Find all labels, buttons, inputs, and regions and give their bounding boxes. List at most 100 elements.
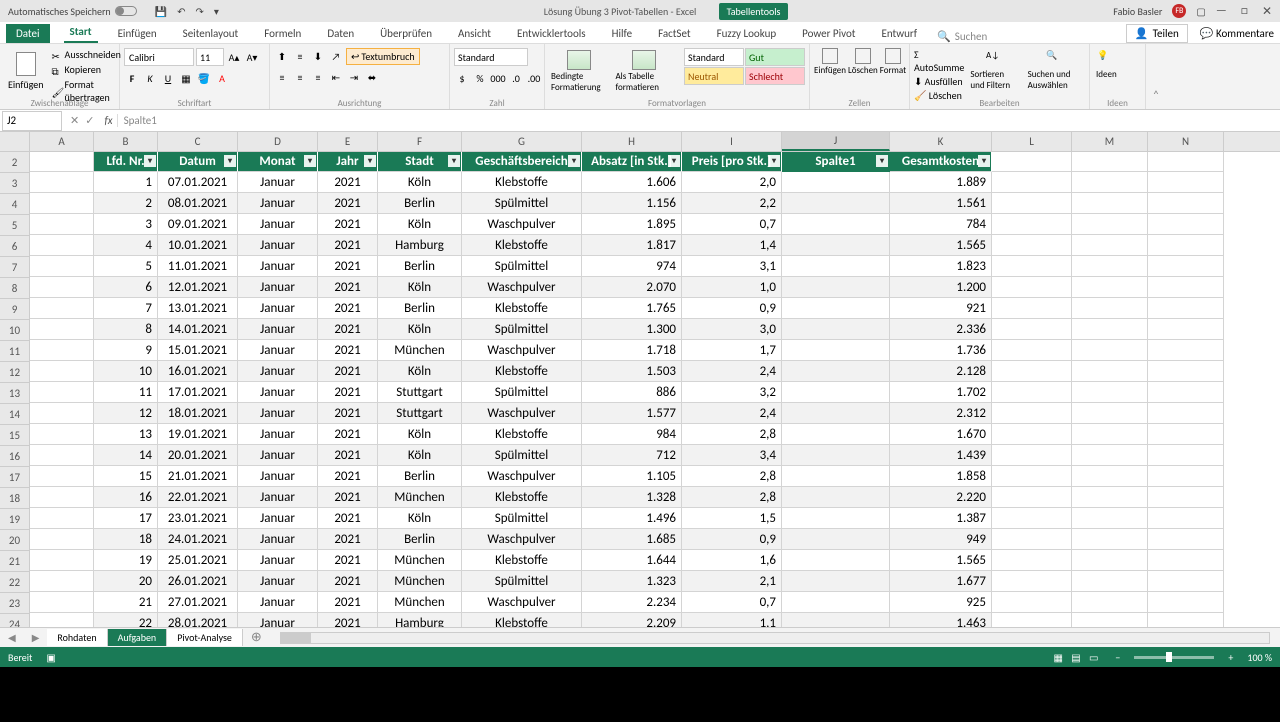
table-cell[interactable]: 12 [94,403,158,424]
row-header-2[interactable]: 2 [0,152,30,173]
table-cell[interactable]: 26.01.2021 [158,571,238,592]
border-button[interactable]: ▦ [178,70,194,86]
table-cell[interactable] [782,487,890,508]
table-cell[interactable]: 25.01.2021 [158,550,238,571]
cell[interactable] [992,571,1072,592]
cell[interactable] [1148,298,1224,319]
table-cell[interactable]: Köln [378,445,462,466]
cell[interactable] [30,298,94,319]
cell[interactable] [30,235,94,256]
row-header-17[interactable]: 17 [0,467,30,488]
table-cell[interactable]: Köln [378,172,462,193]
table-cell[interactable]: Spülmittel [462,571,582,592]
cell[interactable] [30,172,94,193]
table-cell[interactable]: Spülmittel [462,319,582,340]
table-header-jahr[interactable]: Jahr▾ [318,152,378,172]
autosum-button[interactable]: Σ AutoSumme [914,48,964,74]
cell[interactable] [1148,193,1224,214]
table-cell[interactable]: 3,2 [682,382,782,403]
tab-help[interactable]: Hilfe [606,24,638,43]
table-cell[interactable]: Januar [238,466,318,487]
fill-button[interactable]: ⬇ Ausfüllen [914,75,964,88]
table-cell[interactable]: Köln [378,319,462,340]
cell[interactable] [1072,298,1148,319]
table-cell[interactable]: 10.01.2021 [158,235,238,256]
cell[interactable] [30,382,94,403]
page-layout-icon[interactable]: ▤ [1068,651,1083,664]
table-cell[interactable]: Waschpulver [462,529,582,550]
table-cell[interactable] [782,193,890,214]
row-header-5[interactable]: 5 [0,215,30,236]
table-cell[interactable]: 1.736 [890,340,992,361]
cell[interactable] [1072,277,1148,298]
row-header-10[interactable]: 10 [0,320,30,341]
cell[interactable] [1148,508,1224,529]
style-bad[interactable]: Schlecht [745,67,805,85]
table-cell[interactable]: 20 [94,571,158,592]
tab-pagelayout[interactable]: Seitenlayout [177,24,245,43]
table-cell[interactable]: Waschpulver [462,277,582,298]
tab-data[interactable]: Daten [321,24,360,43]
table-cell[interactable]: Klebstoffe [462,172,582,193]
table-cell[interactable]: Januar [238,340,318,361]
table-cell[interactable] [782,298,890,319]
cell[interactable] [1072,550,1148,571]
table-cell[interactable]: 2021 [318,487,378,508]
table-cell[interactable]: Januar [238,172,318,193]
table-cell[interactable]: Klebstoffe [462,361,582,382]
filter-icon[interactable]: ▾ [668,155,680,167]
table-cell[interactable]: Januar [238,214,318,235]
column-header-E[interactable]: E [318,132,378,151]
table-cell[interactable]: Januar [238,424,318,445]
table-cell[interactable]: 1.606 [582,172,682,193]
table-cell[interactable]: 1,6 [682,550,782,571]
table-cell[interactable]: 1.105 [582,466,682,487]
cell[interactable] [30,613,94,627]
table-cell[interactable]: 2021 [318,550,378,571]
table-cell[interactable]: 921 [890,298,992,319]
table-cell[interactable] [782,592,890,613]
cell[interactable] [30,508,94,529]
cell[interactable] [1148,172,1224,193]
table-header-datum[interactable]: Datum▾ [158,152,238,172]
inc-decimal-icon[interactable]: .0 [508,70,524,86]
table-cell[interactable]: 1.823 [890,256,992,277]
filter-icon[interactable]: ▾ [448,155,460,167]
filter-icon[interactable]: ▾ [144,155,156,167]
add-sheet-button[interactable]: ⊕ [243,630,270,645]
table-cell[interactable]: Stuttgart [378,382,462,403]
decrease-font-icon[interactable]: A▾ [244,49,260,65]
table-cell[interactable]: 2021 [318,256,378,277]
fill-color-button[interactable]: 🪣 [196,70,212,86]
cell[interactable] [1072,214,1148,235]
table-cell[interactable]: 1,0 [682,277,782,298]
table-cell[interactable]: Januar [238,361,318,382]
underline-button[interactable]: U [160,70,176,86]
table-cell[interactable]: 2 [94,193,158,214]
table-cell[interactable]: 2021 [318,319,378,340]
style-neutral[interactable]: Neutral [684,67,744,85]
cell[interactable] [992,256,1072,277]
table-cell[interactable]: 2021 [318,214,378,235]
table-cell[interactable]: Waschpulver [462,340,582,361]
cell[interactable] [1148,403,1224,424]
table-cell[interactable]: 1.677 [890,571,992,592]
filter-icon[interactable]: ▾ [876,155,888,167]
user-avatar[interactable]: FB [1172,4,1186,18]
table-cell[interactable]: 1.702 [890,382,992,403]
table-cell[interactable]: 2021 [318,298,378,319]
tab-file[interactable]: Datei [6,24,50,43]
table-cell[interactable]: 2021 [318,235,378,256]
table-cell[interactable] [782,361,890,382]
table-cell[interactable]: 974 [582,256,682,277]
column-header-L[interactable]: L [992,132,1072,151]
increase-font-icon[interactable]: A▴ [226,49,242,65]
align-right-icon[interactable]: ≡ [310,69,326,85]
table-cell[interactable]: 16 [94,487,158,508]
table-cell[interactable]: 2021 [318,571,378,592]
tab-home[interactable]: Start [64,22,98,43]
table-cell[interactable]: 1.895 [582,214,682,235]
tab-review[interactable]: Überprüfen [374,24,438,43]
table-cell[interactable]: 0,9 [682,529,782,550]
cell[interactable] [1072,403,1148,424]
